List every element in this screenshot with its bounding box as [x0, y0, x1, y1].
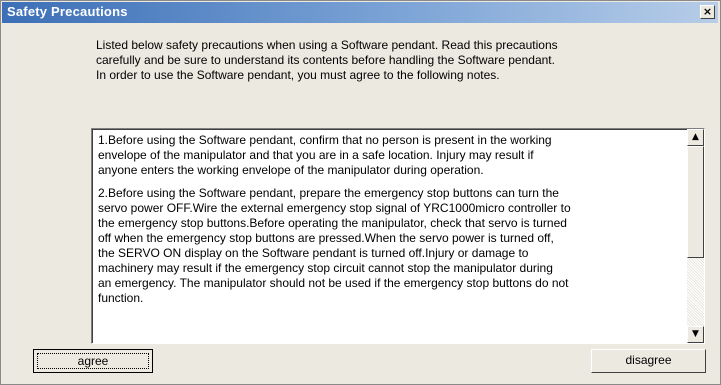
precaution-line: 1.Before using the Software pendant, con… [98, 133, 552, 147]
precaution-line: servo power OFF.Wire the external emerge… [98, 201, 571, 215]
precaution-line: envelope of the manipulator and that you… [98, 148, 534, 162]
scroll-down-arrow-icon[interactable]: ▼ [687, 326, 704, 343]
vertical-scrollbar[interactable]: ▲ ▼ [687, 129, 704, 343]
intro-line: carefully and be sure to understand its … [96, 53, 555, 67]
window-title: Safety Precautions [7, 4, 128, 19]
close-button[interactable]: × [700, 5, 715, 19]
precaution-line: an emergency. The manipulator should not… [98, 276, 569, 290]
precautions-text: 1.Before using the Software pendant, con… [98, 133, 687, 314]
precaution-line: 2.Before using the Software pendant, pre… [98, 186, 559, 200]
intro-line: Listed below safety precautions when usi… [96, 38, 558, 52]
disagree-button[interactable]: disagree [591, 349, 706, 373]
agree-button-label: agree [37, 353, 149, 369]
precaution-line: the emergency stop buttons.Before operat… [98, 216, 567, 230]
precaution-paragraph-1: 1.Before using the Software pendant, con… [98, 133, 687, 178]
precautions-text-box[interactable]: 1.Before using the Software pendant, con… [91, 128, 705, 344]
precaution-line: off when the emergency stop buttons are … [98, 231, 554, 245]
precautions-viewport: 1.Before using the Software pendant, con… [92, 129, 687, 343]
precaution-paragraph-2: 2.Before using the Software pendant, pre… [98, 186, 687, 306]
scroll-up-arrow-icon[interactable]: ▲ [687, 129, 704, 146]
intro-line: In order to use the Software pendant, yo… [96, 68, 500, 82]
precaution-line: function. [98, 291, 144, 305]
scrollbar-thumb[interactable] [687, 146, 704, 258]
agree-button[interactable]: agree [33, 349, 153, 373]
intro-text: Listed below safety precautions when usi… [96, 38, 696, 83]
title-bar[interactable]: Safety Precautions × [2, 2, 718, 23]
precaution-line: machinery may result if the emergency st… [98, 261, 553, 275]
precaution-line: anyone enters the working envelope of th… [98, 163, 484, 177]
precaution-line: the SERVO ON display on the Software pen… [98, 246, 529, 260]
safety-precautions-dialog: Safety Precautions × Listed below safety… [0, 0, 721, 385]
